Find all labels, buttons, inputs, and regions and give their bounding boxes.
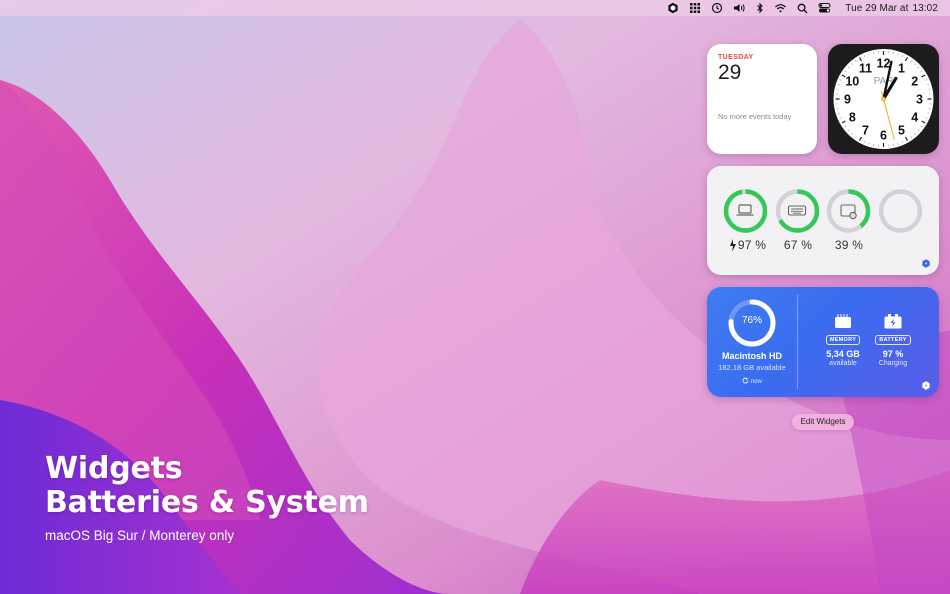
menubar-date: Tue 29 Mar at <box>845 2 909 14</box>
battery-sub: Charging <box>878 360 908 367</box>
memory-sub: available <box>829 360 857 367</box>
edit-widgets-button[interactable]: Edit Widgets <box>792 414 854 430</box>
disk-free-space: 182,18 GB available <box>718 363 786 372</box>
disk-name: Macintosh HD <box>721 351 782 361</box>
clock-number: 6 <box>880 129 887 143</box>
promo-subtitle: macOS Big Sur / Monterey only <box>45 528 235 543</box>
keyboard-battery-percent: 67 % <box>783 238 813 252</box>
calendar-widget[interactable]: TUESDAY 29 No more events today <box>707 44 817 154</box>
grid-icon[interactable] <box>689 0 701 16</box>
hexagon-app-icon[interactable] <box>667 0 679 16</box>
clock-widget[interactable]: 12 1 2 3 4 5 6 7 8 9 10 11 PAR <box>828 44 939 154</box>
trackpad-battery-percent: 39 % <box>834 238 864 252</box>
promo-headline-line1: Widgets <box>45 451 183 486</box>
time-machine-icon[interactable] <box>711 0 723 16</box>
battery-stat: BATTERY 97 % Charging <box>871 313 915 367</box>
memory-label: MEMORY <box>825 335 861 345</box>
menubar-clock[interactable]: Tue 29 Mar at 13:02 <box>845 3 938 14</box>
control-center-icon[interactable] <box>818 0 831 16</box>
refresh-icon <box>742 377 749 384</box>
batteries-widget[interactable]: 97 % 67 % 39 % <box>707 166 939 275</box>
clock-number: 4 <box>911 111 918 125</box>
widget-divider <box>797 295 798 389</box>
clock-number: 9 <box>844 93 851 107</box>
clock-number: 10 <box>845 75 859 89</box>
search-icon[interactable] <box>797 0 808 16</box>
clock-number: 2 <box>911 75 918 89</box>
system-widget[interactable]: 76% Macintosh HD 182,18 GB available now… <box>707 287 939 397</box>
clock-number: 8 <box>849 111 856 125</box>
menu-bar: Tue 29 Mar at 13:02 <box>0 0 950 16</box>
wifi-icon[interactable] <box>774 0 787 16</box>
clock-number: 3 <box>916 93 923 107</box>
clock-number: 11 <box>859 61 872 75</box>
last-updated-text: now <box>750 379 762 385</box>
calendar-day: 29 <box>718 61 742 84</box>
clock-number: 12 <box>877 57 891 71</box>
trackpad-icon <box>840 204 857 220</box>
battery-ring-track <box>878 189 923 233</box>
laptop-icon <box>736 204 754 216</box>
battery-charging-icon <box>884 314 902 329</box>
battery-ring-level <box>723 189 768 233</box>
widget-app-logo-icon <box>922 381 930 390</box>
battery-value: 97 % <box>882 349 904 359</box>
bluetooth-icon[interactable] <box>756 0 764 16</box>
promo-headline-line2: Batteries & System <box>45 485 369 520</box>
analog-clock-face: 12 1234567891011 PAR <box>833 49 934 149</box>
clock-number: 5 <box>898 124 905 138</box>
memory-stat: MEMORY 5,34 GB available <box>821 313 865 367</box>
clock-number: 1 <box>898 61 905 75</box>
battery-rings <box>723 189 923 252</box>
clock-number: 7 <box>862 124 869 138</box>
last-updated: now <box>707 377 797 385</box>
memory-value: 5,34 GB <box>826 349 860 359</box>
volume-icon[interactable] <box>733 0 746 16</box>
calendar-no-events: No more events today <box>718 112 792 121</box>
disk-usage-percent: 76% <box>741 315 762 326</box>
widget-app-logo-icon <box>922 259 930 268</box>
battery-label: BATTERY <box>875 335 911 345</box>
keyboard-icon <box>787 205 807 216</box>
memory-chip-icon <box>835 314 851 328</box>
menubar-time: 13:02 <box>912 2 938 14</box>
promo-headline: Widgets Batteries & System <box>45 452 369 520</box>
laptop-battery-percent: 97 % <box>737 238 767 252</box>
calendar-weekday: TUESDAY <box>718 54 754 61</box>
